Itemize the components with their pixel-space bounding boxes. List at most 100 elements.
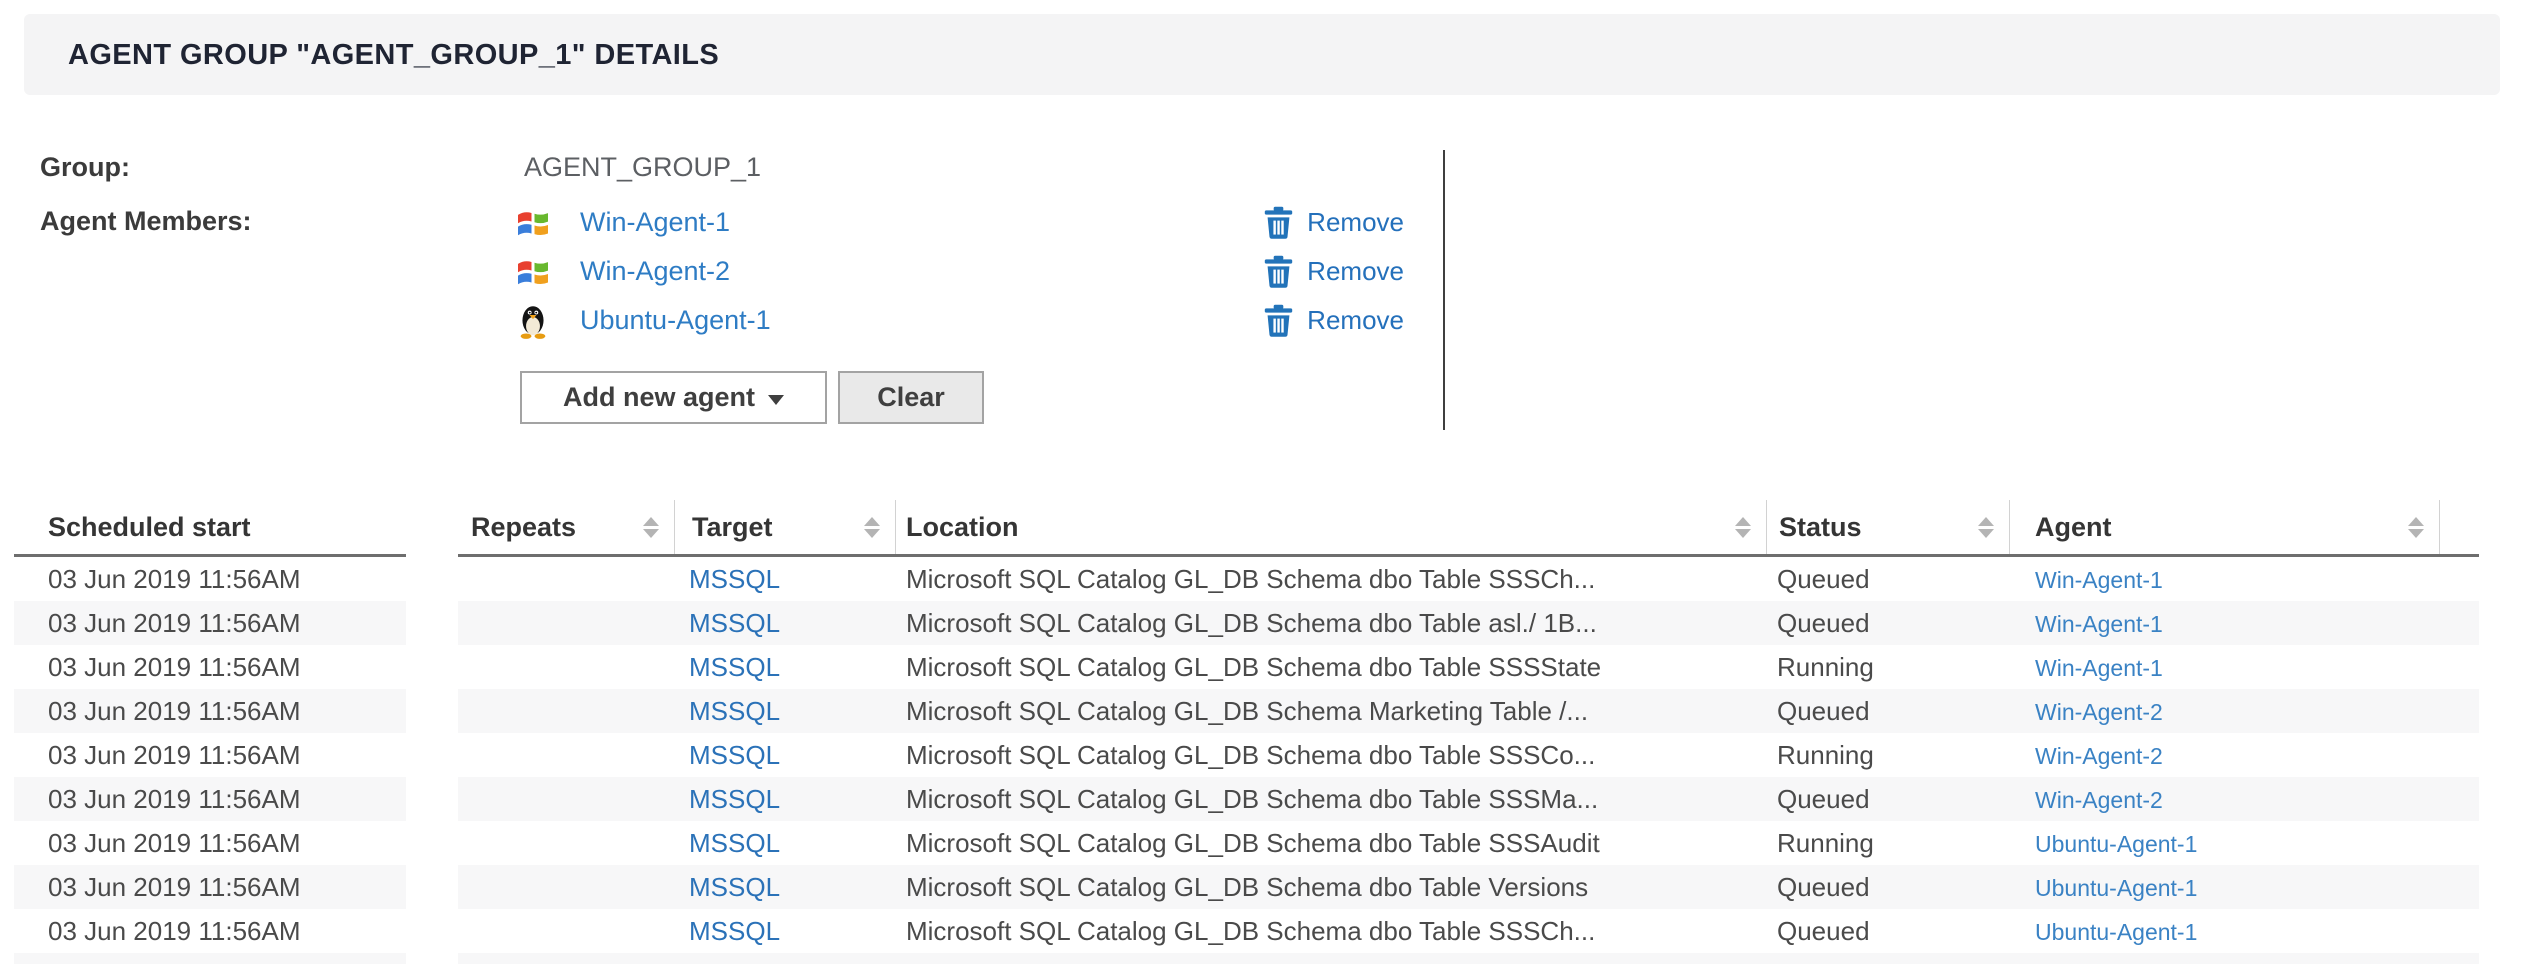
agent-link[interactable]: Win-Agent-2 bbox=[2035, 699, 2163, 725]
remove-agent-button[interactable]: Remove bbox=[1263, 206, 1404, 239]
location-cell: Microsoft SQL Catalog GL_DB Schema dbo T… bbox=[896, 916, 1767, 947]
agent-cell: Win-Agent-2 bbox=[2010, 696, 2440, 727]
table-row: MSSQL Microsoft SQL Catalog GL_DB Schema… bbox=[458, 777, 2479, 821]
scheduled-start-cell: 03 Jun 2019 11:56AM bbox=[14, 652, 406, 683]
target-link[interactable]: MSSQL bbox=[689, 828, 780, 858]
trash-icon bbox=[1263, 304, 1294, 337]
agent-link[interactable]: Ubuntu-Agent-1 bbox=[2035, 875, 2197, 901]
target-link[interactable]: MSSQL bbox=[689, 740, 780, 770]
agent-link[interactable]: Ubuntu-Agent-1 bbox=[2035, 831, 2197, 857]
target-cell: MSSQL bbox=[675, 916, 896, 947]
column-header-label: Location bbox=[906, 512, 1019, 543]
table-row: 03 Jun 2019 11:56AM bbox=[14, 909, 406, 953]
agent-cell: Win-Agent-1 bbox=[2010, 652, 2440, 683]
target-link[interactable]: MSSQL bbox=[689, 784, 780, 814]
add-new-agent-label: Add new agent bbox=[563, 382, 755, 413]
schedule-table-frozen-column: Scheduled start 03 Jun 2019 11:56AM 03 J… bbox=[14, 500, 406, 964]
column-header[interactable]: Agent bbox=[2010, 500, 2440, 554]
column-header[interactable]: Location bbox=[896, 500, 1767, 554]
sort-icon[interactable] bbox=[2408, 517, 2424, 538]
agent-cell: Win-Agent-2 bbox=[2010, 784, 2440, 815]
target-cell: MSSQL bbox=[675, 564, 896, 595]
table-row: 03 Jun 2019 11:56AM bbox=[14, 601, 406, 645]
location-cell: Microsoft SQL Catalog GL_DB Schema dbo T… bbox=[896, 872, 1767, 903]
scheduled-start-cell: 03 Jun 2019 11:56AM bbox=[14, 608, 406, 639]
frozen-column-rows: 03 Jun 2019 11:56AM 03 Jun 2019 11:56AM … bbox=[14, 557, 406, 964]
clear-button[interactable]: Clear bbox=[838, 371, 984, 424]
target-link[interactable]: MSSQL bbox=[689, 564, 780, 594]
agent-member-row: Ubuntu-Agent-1 Remove bbox=[514, 296, 1404, 345]
target-link[interactable]: MSSQL bbox=[689, 916, 780, 946]
target-link[interactable]: MSSQL bbox=[689, 872, 780, 902]
status-cell: Queued bbox=[1767, 608, 2010, 639]
target-link[interactable]: MSSQL bbox=[689, 696, 780, 726]
column-header[interactable]: Target bbox=[675, 500, 896, 554]
scheduled-start-cell: 03 Jun 2019 11:56AM bbox=[14, 828, 406, 859]
windows-icon bbox=[515, 254, 551, 290]
os-icon bbox=[514, 302, 552, 340]
location-cell: Microsoft SQL Catalog GL_DB Schema Marke… bbox=[896, 696, 1767, 727]
table-row: 03 Jun 2019 11:56AM bbox=[14, 645, 406, 689]
agent-link[interactable]: Win-Agent-2 bbox=[2035, 743, 2163, 769]
scheduled-start-cell: 03 Jun 2019 11:56AM bbox=[14, 696, 406, 727]
agent-link[interactable]: Win-Agent-1 bbox=[2035, 567, 2163, 593]
table-row: 03 Jun 2019 11:56AM bbox=[14, 557, 406, 601]
target-cell: MSSQL bbox=[675, 740, 896, 771]
agent-link[interactable]: Win-Agent-2 bbox=[2035, 787, 2163, 813]
os-icon bbox=[514, 204, 552, 242]
table-row: MSSQL Microsoft SQL Catalog GL_DB Schema… bbox=[458, 689, 2479, 733]
agent-link[interactable]: Win-Agent-1 bbox=[2035, 655, 2163, 681]
remove-agent-button[interactable]: Remove bbox=[1263, 255, 1404, 288]
column-header[interactable]: Status bbox=[1767, 500, 2010, 554]
agent-member-link[interactable]: Win-Agent-2 bbox=[580, 256, 730, 287]
page-title: AGENT GROUP "AGENT_GROUP_1" DETAILS bbox=[24, 14, 2500, 97]
add-new-agent-button[interactable]: Add new agent bbox=[520, 371, 827, 424]
status-cell: Running bbox=[1767, 828, 2010, 859]
target-cell: MSSQL bbox=[675, 828, 896, 859]
remove-link-label: Remove bbox=[1307, 256, 1404, 287]
sort-icon[interactable] bbox=[643, 517, 659, 538]
target-cell: MSSQL bbox=[675, 696, 896, 727]
target-link[interactable]: MSSQL bbox=[689, 652, 780, 682]
table-row: 03 Jun 2019 11:56AM bbox=[14, 777, 406, 821]
member-actions: Add new agent Clear bbox=[520, 371, 984, 424]
column-header-scheduled-start: Scheduled start bbox=[14, 500, 406, 554]
table-row: 03 Jun 2019 11:56AM bbox=[14, 865, 406, 909]
section-divider bbox=[1443, 150, 1445, 430]
location-cell: Microsoft SQL Catalog GL_DB Schema dbo T… bbox=[896, 784, 1767, 815]
scheduled-start-cell: 03 Jun 2019 11:56AM bbox=[14, 784, 406, 815]
agent-members-list: Win-Agent-1 Remove bbox=[514, 198, 1404, 345]
target-cell: MSSQL bbox=[675, 872, 896, 903]
table-header-row: Scheduled start bbox=[14, 500, 406, 557]
sort-icon[interactable] bbox=[1978, 517, 1994, 538]
agent-link[interactable]: Win-Agent-1 bbox=[2035, 611, 2163, 637]
caret-down-icon bbox=[768, 395, 784, 405]
trash-icon bbox=[1263, 255, 1294, 288]
partial-row bbox=[458, 953, 2479, 964]
os-icon bbox=[514, 253, 552, 291]
agent-link[interactable]: Ubuntu-Agent-1 bbox=[2035, 919, 2197, 945]
sort-icon[interactable] bbox=[1735, 517, 1751, 538]
target-link[interactable]: MSSQL bbox=[689, 608, 780, 638]
location-cell: Microsoft SQL Catalog GL_DB Schema dbo T… bbox=[896, 652, 1767, 683]
agent-member-link[interactable]: Ubuntu-Agent-1 bbox=[580, 305, 771, 336]
table-row: MSSQL Microsoft SQL Catalog GL_DB Schema… bbox=[458, 557, 2479, 601]
group-label: Group: bbox=[40, 152, 130, 183]
agent-cell: Win-Agent-1 bbox=[2010, 608, 2440, 639]
table-row: MSSQL Microsoft SQL Catalog GL_DB Schema… bbox=[458, 909, 2479, 953]
remove-link-label: Remove bbox=[1307, 207, 1404, 238]
status-cell: Queued bbox=[1767, 784, 2010, 815]
target-cell: MSSQL bbox=[675, 652, 896, 683]
sort-icon[interactable] bbox=[864, 517, 880, 538]
scheduled-start-cell: 03 Jun 2019 11:56AM bbox=[14, 740, 406, 771]
column-header[interactable]: Repeats bbox=[458, 500, 675, 554]
status-cell: Queued bbox=[1767, 872, 2010, 903]
status-cell: Queued bbox=[1767, 916, 2010, 947]
status-cell: Running bbox=[1767, 740, 2010, 771]
table-row: 03 Jun 2019 11:56AM bbox=[14, 689, 406, 733]
table-row: MSSQL Microsoft SQL Catalog GL_DB Schema… bbox=[458, 865, 2479, 909]
remove-agent-button[interactable]: Remove bbox=[1263, 304, 1404, 337]
agent-member-link[interactable]: Win-Agent-1 bbox=[580, 207, 730, 238]
linux-icon bbox=[515, 303, 551, 339]
agent-member-row: Win-Agent-2 Remove bbox=[514, 247, 1404, 296]
